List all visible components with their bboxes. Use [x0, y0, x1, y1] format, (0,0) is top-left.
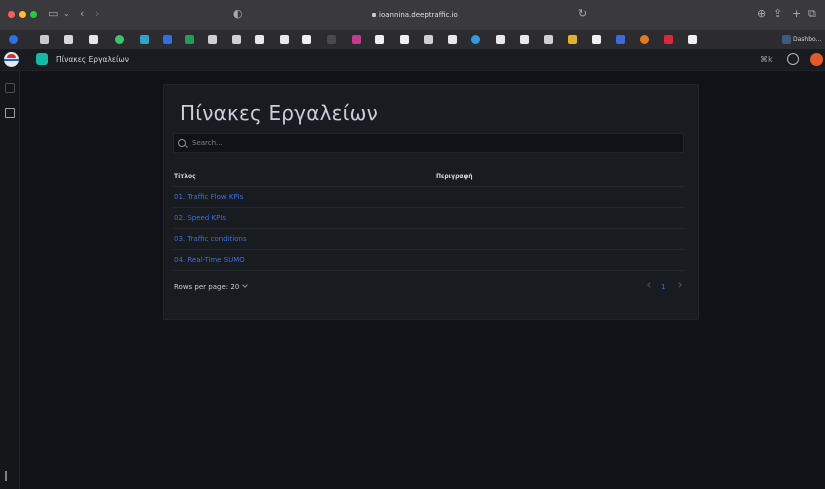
favorite-icon[interactable] [375, 35, 384, 44]
lock-icon [372, 13, 376, 17]
favorite-icon[interactable] [115, 35, 124, 44]
search-placeholder[interactable]: Search... [192, 138, 223, 148]
command-palette-shortcut[interactable]: ⌘k [760, 54, 773, 66]
chevron-down-icon [242, 282, 249, 288]
favorite-icon[interactable] [163, 35, 172, 44]
favorite-icon[interactable] [64, 35, 73, 44]
table-row-link[interactable]: 03. Traffic conditions [174, 234, 247, 244]
favorite-icon[interactable] [232, 35, 241, 44]
favorite-icon[interactable] [352, 35, 361, 44]
favorite-icon[interactable] [688, 35, 697, 44]
window-minimize-button[interactable] [19, 11, 26, 18]
shield-icon[interactable]: ◐ [233, 8, 243, 20]
breadcrumb[interactable]: Πίνακες Εργαλείων [56, 53, 129, 67]
table-row-link[interactable]: 02. Speed KPIs [174, 213, 226, 223]
table-divider [173, 270, 684, 271]
favorite-icon[interactable] [616, 35, 625, 44]
table-row-link[interactable]: 04. Real-Time SUMO [174, 255, 245, 265]
favorite-icon[interactable] [664, 35, 673, 44]
address-bar-url: ioannina.deeptraffic.io [379, 11, 458, 19]
favorite-icon[interactable] [471, 35, 480, 44]
favorite-icon[interactable] [327, 35, 336, 44]
avatar[interactable] [810, 53, 823, 66]
left-sidebar [0, 71, 20, 489]
table-divider [173, 249, 684, 250]
favorite-icon[interactable] [496, 35, 505, 44]
page-title: Πίνακες Εργαλείων [180, 101, 378, 125]
search-input[interactable] [173, 133, 684, 153]
favorite-icon[interactable] [255, 35, 264, 44]
help-icon[interactable] [787, 53, 799, 65]
favorite-icon[interactable] [140, 35, 149, 44]
rows-per-page-value: 20 [230, 283, 240, 291]
window-close-button[interactable] [8, 11, 15, 18]
forward-icon[interactable]: › [95, 8, 99, 20]
favorite-icon[interactable] [592, 35, 601, 44]
address-bar[interactable]: ioannina.deeptraffic.io [372, 9, 482, 21]
favorites-bar: Dashbo... [0, 30, 825, 49]
browser-titlebar: ▭ ⌄ ‹ › ◐ ioannina.deeptraffic.io ↻ ⊕ ⇪ … [0, 0, 825, 30]
table-row-link[interactable]: 01. Traffic Flow KPIs [174, 192, 243, 202]
table-divider [173, 186, 684, 187]
tabs-icon[interactable]: ⧉ [808, 8, 816, 20]
table-divider [173, 207, 684, 208]
window-zoom-button[interactable] [30, 11, 37, 18]
dashboard-icon [782, 35, 791, 44]
column-header-title[interactable]: Τίτλος [174, 173, 196, 181]
app-header: Πίνακες Εργαλείων ⌘k [0, 49, 825, 71]
rows-per-page-select[interactable]: Rows per page: 20 [174, 282, 249, 292]
favorite-icon[interactable] [520, 35, 529, 44]
current-page[interactable]: 1 [661, 282, 665, 292]
menu-icon[interactable] [5, 83, 15, 93]
previous-page-icon[interactable] [647, 282, 653, 288]
favorite-icon[interactable] [280, 35, 289, 44]
favorite-dashboards[interactable]: Dashbo... [782, 34, 821, 45]
favorite-icon[interactable] [568, 35, 577, 44]
column-header-description[interactable]: Περιγραφή [436, 173, 472, 181]
next-page-icon[interactable] [676, 282, 682, 288]
sidebar-toggle-icon[interactable]: ▭ [48, 8, 58, 20]
favorite-label: Dashbo... [793, 36, 822, 43]
favorite-icon[interactable] [400, 35, 409, 44]
favorite-icon[interactable] [448, 35, 457, 44]
favorite-icon[interactable] [424, 35, 433, 44]
share-icon[interactable]: ⇪ [773, 8, 782, 20]
dashboard-icon[interactable] [5, 108, 15, 118]
home-badge-icon[interactable] [36, 53, 48, 65]
search-icon [178, 139, 186, 147]
dashboards-panel: Πίνακες Εργαλείων Search... Τίτλος Περιγ… [163, 84, 699, 320]
back-icon[interactable]: ‹ [80, 8, 84, 20]
favorite-icon[interactable] [40, 35, 49, 44]
plus-icon[interactable]: + [792, 8, 801, 20]
favorite-icon[interactable] [640, 35, 649, 44]
favorite-icon[interactable] [544, 35, 553, 44]
expand-icon[interactable] [5, 471, 15, 481]
chevron-down-icon[interactable]: ⌄ [63, 8, 70, 20]
reload-icon[interactable]: ↻ [578, 8, 587, 20]
download-icon[interactable]: ⊕ [757, 8, 766, 20]
rows-per-page-label: Rows per page: [174, 283, 229, 291]
favorite-icon[interactable] [9, 35, 18, 44]
favorite-icon[interactable] [302, 35, 311, 44]
favorite-icon[interactable] [89, 35, 98, 44]
favorite-icon[interactable] [208, 35, 217, 44]
favorite-icon[interactable] [185, 35, 194, 44]
app-logo-icon[interactable] [4, 52, 19, 67]
table-divider [173, 228, 684, 229]
